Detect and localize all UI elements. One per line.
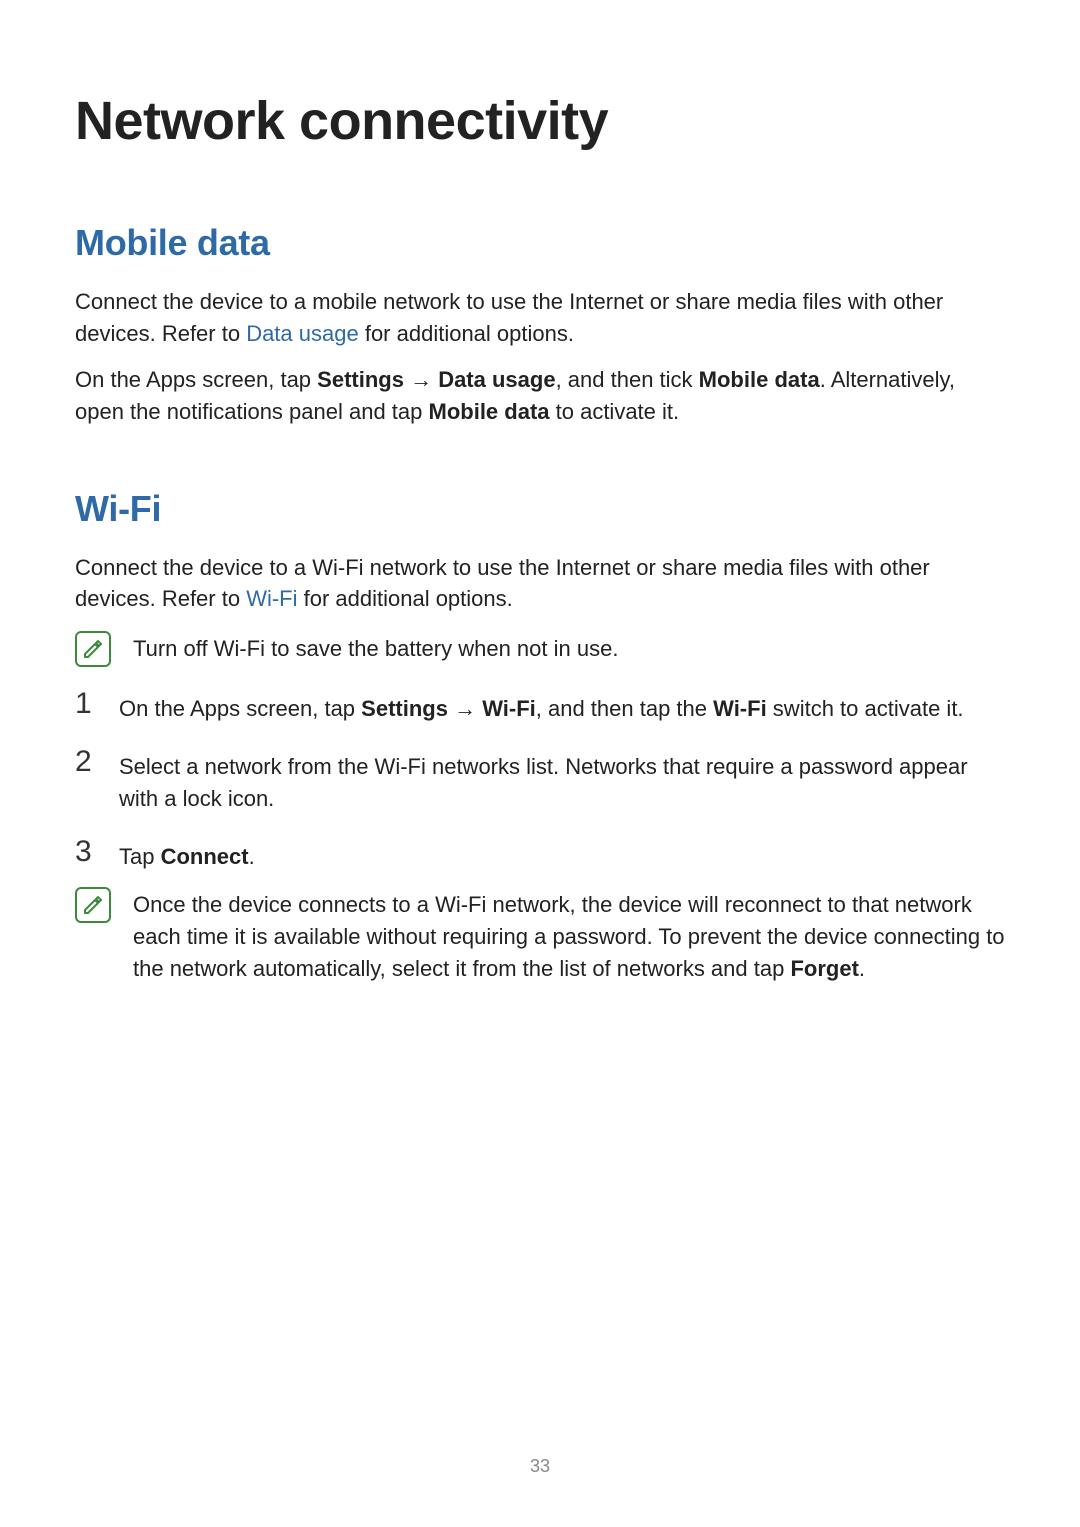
bold-mobile-data: Mobile data	[699, 367, 820, 392]
arrow: →	[448, 696, 482, 721]
arrow: →	[404, 367, 438, 392]
bold-forget: Forget	[790, 956, 858, 981]
section-heading-wifi: Wi-Fi	[75, 488, 1005, 530]
text: On the Apps screen, tap	[75, 367, 317, 392]
mobile-data-para-1: Connect the device to a mobile network t…	[75, 286, 1005, 350]
step-text-3: Tap Connect.	[119, 837, 1005, 873]
wifi-para-1: Connect the device to a Wi-Fi network to…	[75, 552, 1005, 616]
note-text-1: Turn off Wi-Fi to save the battery when …	[133, 629, 1005, 665]
link-data-usage[interactable]: Data usage	[246, 321, 359, 346]
section-wifi: Wi-Fi Connect the device to a Wi-Fi netw…	[75, 488, 1005, 985]
step-number-2: 2	[75, 747, 101, 777]
section-heading-mobile-data: Mobile data	[75, 222, 1005, 264]
bold-connect: Connect	[161, 844, 249, 869]
step-2: 2 Select a network from the Wi-Fi networ…	[75, 747, 1005, 815]
step-3: 3 Tap Connect.	[75, 837, 1005, 873]
bold-data-usage: Data usage	[438, 367, 555, 392]
bold-mobile-data-2: Mobile data	[429, 399, 550, 424]
page-number: 33	[0, 1456, 1080, 1477]
step-number-3: 3	[75, 837, 101, 867]
note-block-2: Once the device connects to a Wi-Fi netw…	[75, 885, 1005, 985]
bold-settings: Settings	[317, 367, 404, 392]
note-text-2: Once the device connects to a Wi-Fi netw…	[133, 885, 1005, 985]
note-block-1: Turn off Wi-Fi to save the battery when …	[75, 629, 1005, 667]
page-content: Network connectivity Mobile data Connect…	[0, 0, 1080, 985]
bold-settings: Settings	[361, 696, 448, 721]
mobile-data-para-2: On the Apps screen, tap Settings → Data …	[75, 364, 1005, 428]
pencil-note-icon	[81, 893, 105, 917]
pencil-note-icon	[81, 637, 105, 661]
text: .	[859, 956, 865, 981]
page-title: Network connectivity	[75, 90, 1005, 152]
text: .	[249, 844, 255, 869]
text: On the Apps screen, tap	[119, 696, 361, 721]
step-1: 1 On the Apps screen, tap Settings → Wi-…	[75, 689, 1005, 725]
text: , and then tick	[556, 367, 699, 392]
text: switch to activate it.	[767, 696, 964, 721]
text: to activate it.	[550, 399, 680, 424]
note-icon	[75, 887, 111, 923]
text: Once the device connects to a Wi-Fi netw…	[133, 892, 1005, 981]
text: for additional options.	[298, 586, 513, 611]
text: for additional options.	[359, 321, 574, 346]
bold-wifi-2: Wi-Fi	[713, 696, 767, 721]
step-text-1: On the Apps screen, tap Settings → Wi-Fi…	[119, 689, 1005, 725]
link-wifi[interactable]: Wi-Fi	[246, 586, 297, 611]
text: , and then tap the	[536, 696, 713, 721]
text: Tap	[119, 844, 161, 869]
bold-wifi: Wi-Fi	[482, 696, 536, 721]
step-text-2: Select a network from the Wi-Fi networks…	[119, 747, 1005, 815]
step-number-1: 1	[75, 689, 101, 719]
note-icon	[75, 631, 111, 667]
